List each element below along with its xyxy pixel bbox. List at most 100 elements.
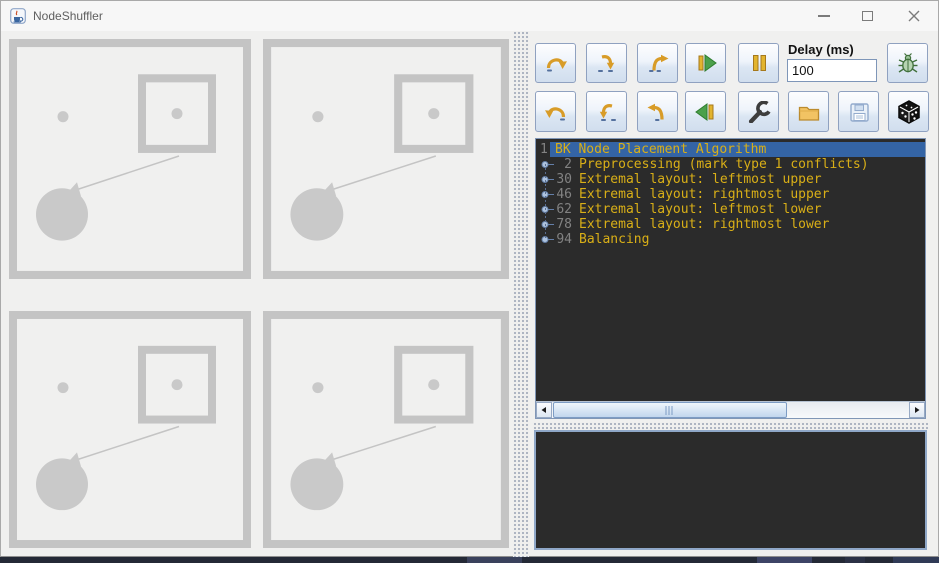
scroll-left-arrow-icon bbox=[540, 406, 548, 414]
tree-row-label-selected: BK Node Placement Algorithm bbox=[550, 142, 925, 157]
step-over-forward-button[interactable] bbox=[535, 43, 576, 83]
collapsed-node-icon bbox=[540, 202, 554, 217]
tree-row-label: Preprocessing (mark type 1 conflicts) bbox=[579, 157, 869, 172]
graph-drawing bbox=[9, 39, 251, 279]
graph-pane-top-right bbox=[263, 39, 509, 279]
tree-expand-handle[interactable] bbox=[540, 232, 554, 247]
tree-row-label: Extremal layout: rightmost upper bbox=[579, 187, 829, 202]
scroll-thumb[interactable] bbox=[553, 402, 787, 418]
step-number: 1 bbox=[536, 142, 550, 157]
delay-label: Delay (ms) bbox=[788, 42, 854, 57]
taskbar-segment bbox=[893, 557, 939, 563]
step-over-forward-icon bbox=[544, 52, 568, 74]
minimize-icon bbox=[818, 15, 830, 17]
collapsed-node-icon bbox=[540, 232, 554, 247]
tree-row-label: Extremal layout: leftmost upper bbox=[579, 172, 822, 187]
tree-row[interactable]: 46 Extremal layout: rightmost upper bbox=[536, 187, 925, 202]
tree-row-root[interactable]: 1 BK Node Placement Algorithm bbox=[536, 142, 925, 157]
step-out-forward-button[interactable] bbox=[637, 43, 678, 83]
play-backward-icon bbox=[694, 101, 718, 123]
application-window: NodeShuffler bbox=[0, 0, 939, 557]
play-forward-icon bbox=[694, 52, 718, 74]
graph-drawing bbox=[263, 311, 509, 548]
minimize-button[interactable] bbox=[801, 1, 846, 31]
step-number: 30 bbox=[554, 172, 572, 187]
step-out-forward-icon bbox=[646, 52, 670, 74]
tree-expand-handle[interactable] bbox=[540, 172, 554, 187]
algorithm-step-tree: 1 BK Node Placement Algorithm 2 Preproce… bbox=[535, 138, 926, 419]
step-out-backward-icon bbox=[646, 101, 670, 123]
play-forward-button[interactable] bbox=[685, 43, 726, 83]
step-out-backward-button[interactable] bbox=[637, 91, 678, 132]
graph-pane-top-left bbox=[9, 39, 251, 279]
collapsed-node-icon bbox=[540, 172, 554, 187]
step-number: 46 bbox=[554, 187, 572, 202]
step-over-backward-button[interactable] bbox=[535, 91, 576, 132]
tree-expand-handle[interactable] bbox=[540, 187, 554, 202]
step-over-backward-icon bbox=[544, 101, 568, 123]
horizontal-split-divider[interactable] bbox=[533, 422, 928, 430]
debug-bug-button[interactable] bbox=[887, 43, 928, 83]
tree-row[interactable]: 94 Balancing bbox=[536, 232, 925, 247]
scroll-left-button[interactable] bbox=[536, 402, 552, 418]
close-icon bbox=[907, 9, 921, 23]
play-backward-button[interactable] bbox=[685, 91, 726, 132]
tree-expand-handle[interactable] bbox=[540, 202, 554, 217]
step-number: 62 bbox=[554, 202, 572, 217]
dice-icon bbox=[897, 100, 921, 124]
collapsed-node-icon bbox=[540, 157, 554, 172]
graph-drawing bbox=[9, 311, 251, 548]
graph-pane-bottom-left bbox=[9, 311, 251, 548]
tree-expand-handle[interactable] bbox=[540, 217, 554, 232]
delay-input[interactable] bbox=[787, 59, 877, 82]
tree-row[interactable]: 78 Extremal layout: rightmost lower bbox=[536, 217, 925, 232]
tree-row[interactable]: 62 Extremal layout: leftmost lower bbox=[536, 202, 925, 217]
graph-drawing bbox=[263, 39, 509, 279]
taskbar-segment bbox=[757, 557, 812, 563]
maximize-icon bbox=[862, 11, 873, 21]
collapsed-node-icon bbox=[540, 217, 554, 232]
save-icon bbox=[847, 101, 871, 123]
random-dice-button[interactable] bbox=[888, 91, 929, 132]
window-title: NodeShuffler bbox=[33, 9, 103, 23]
graph-pane-bottom-right bbox=[263, 311, 509, 548]
node-shuffler-app: NodeShuffler bbox=[0, 0, 939, 563]
java-app-icon bbox=[10, 8, 26, 24]
close-button[interactable] bbox=[891, 1, 936, 31]
tree-row-label: Extremal layout: rightmost lower bbox=[579, 217, 829, 232]
folder-icon bbox=[797, 101, 821, 123]
settings-wrench-button[interactable] bbox=[738, 91, 779, 132]
taskbar-segment bbox=[845, 557, 865, 563]
save-floppy-button[interactable] bbox=[838, 91, 879, 132]
taskbar-segment bbox=[467, 557, 522, 563]
tree-row[interactable]: 30 Extremal layout: leftmost upper bbox=[536, 172, 925, 187]
tree-connector-line bbox=[545, 164, 546, 240]
step-into-backward-icon bbox=[595, 101, 619, 123]
step-into-forward-button[interactable] bbox=[586, 43, 627, 83]
step-number: 94 bbox=[554, 232, 572, 247]
wrench-icon bbox=[747, 101, 771, 123]
scroll-right-arrow-icon bbox=[913, 406, 921, 414]
vertical-split-divider[interactable] bbox=[513, 31, 529, 558]
collapsed-node-icon bbox=[540, 187, 554, 202]
taskbar-strip bbox=[0, 557, 939, 563]
tree-viewport: 1 BK Node Placement Algorithm 2 Preproce… bbox=[536, 139, 925, 401]
step-number: 2 bbox=[554, 157, 572, 172]
tree-row-label: Extremal layout: leftmost lower bbox=[579, 202, 822, 217]
tree-expand-handle[interactable] bbox=[540, 157, 554, 172]
open-folder-button[interactable] bbox=[788, 91, 829, 132]
tree-row-label: Balancing bbox=[579, 232, 649, 247]
step-into-forward-icon bbox=[595, 52, 619, 74]
output-panel bbox=[534, 430, 927, 550]
pause-button[interactable] bbox=[738, 43, 779, 83]
maximize-button[interactable] bbox=[845, 1, 890, 31]
step-into-backward-button[interactable] bbox=[586, 91, 627, 132]
tree-horizontal-scrollbar bbox=[536, 401, 925, 418]
scroll-right-button[interactable] bbox=[909, 402, 925, 418]
scroll-track[interactable] bbox=[552, 402, 909, 418]
tree-row[interactable]: 2 Preprocessing (mark type 1 conflicts) bbox=[536, 157, 925, 172]
step-number: 78 bbox=[554, 217, 572, 232]
bug-icon bbox=[896, 52, 920, 74]
titlebar: NodeShuffler bbox=[1, 1, 938, 31]
pause-icon bbox=[747, 52, 771, 74]
